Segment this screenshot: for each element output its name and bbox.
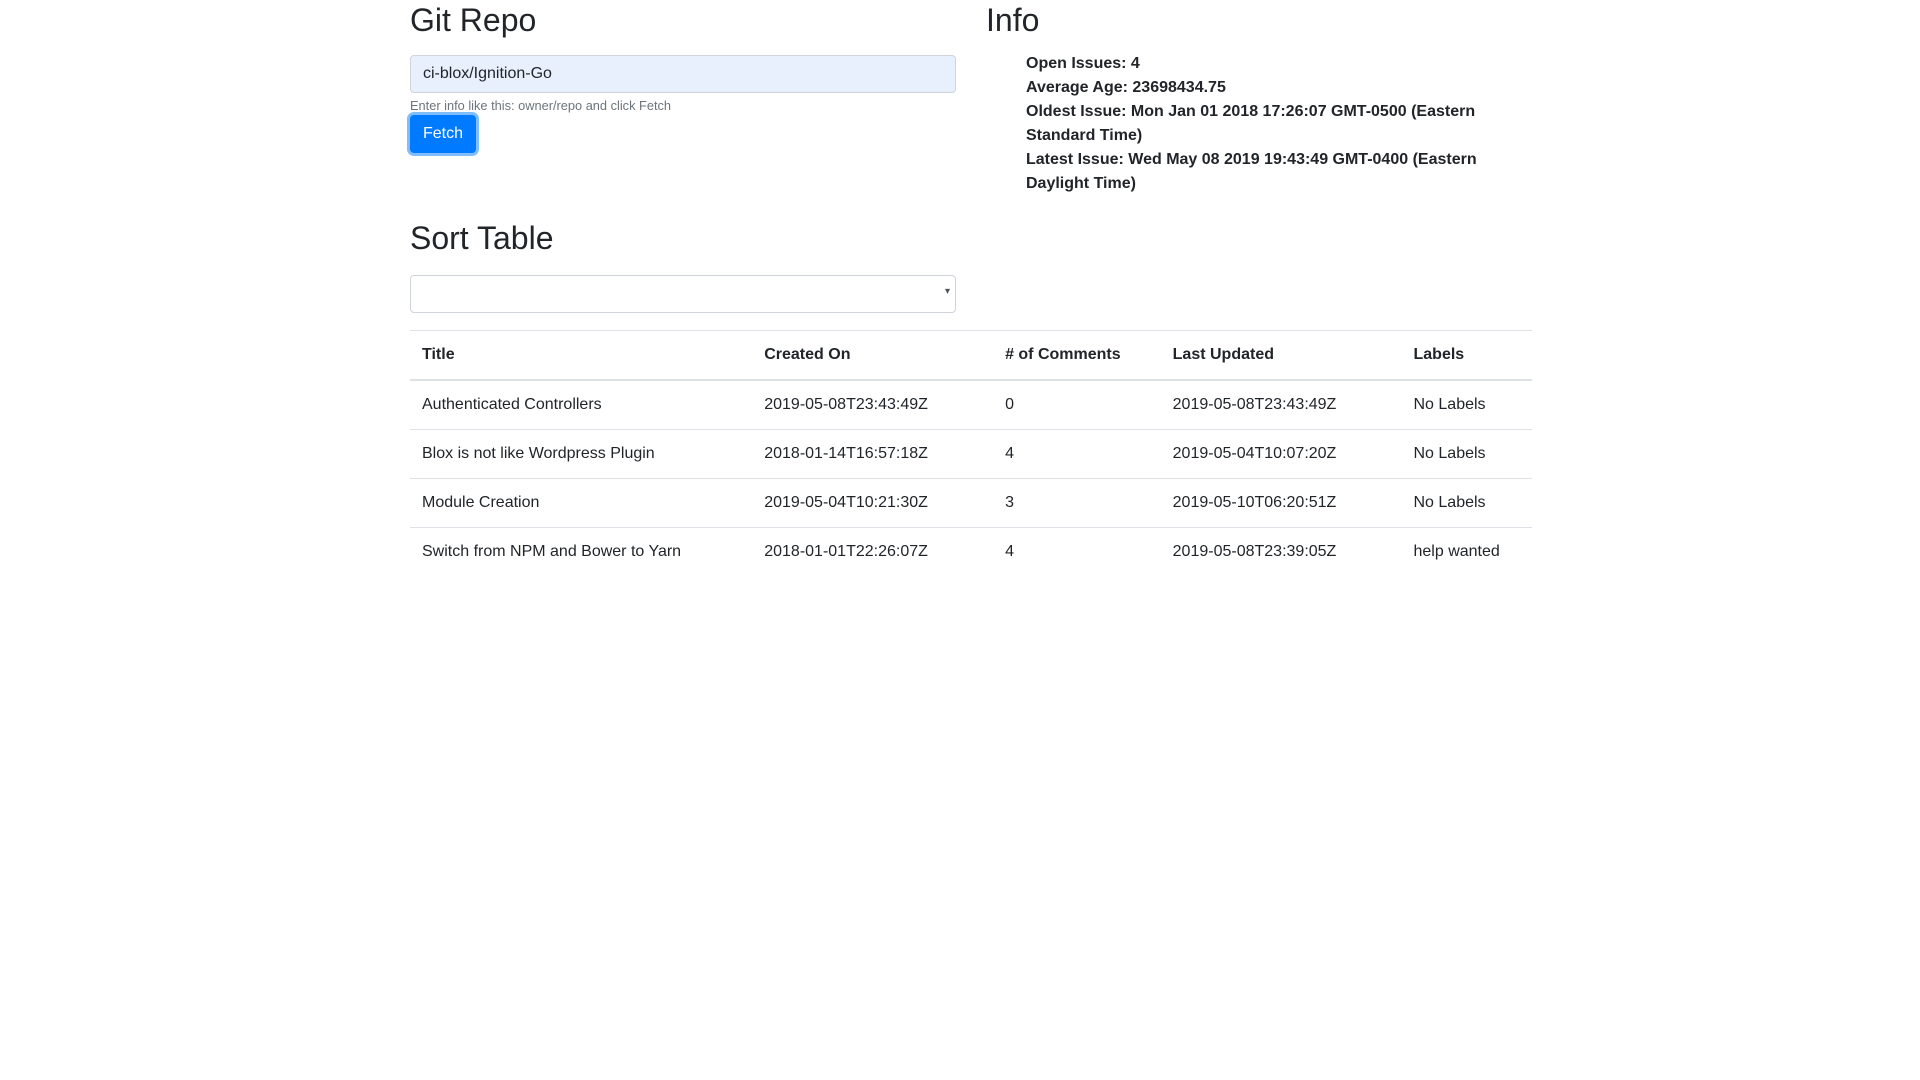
info-average-age: Average Age: 23698434.75 xyxy=(1026,79,1226,96)
cell-comments: 4 xyxy=(993,527,1161,576)
repo-help-text: Enter info like this: owner/repo and cli… xyxy=(410,98,672,113)
cell-title: Blox is not like Wordpress Plugin xyxy=(410,429,753,479)
repo-input[interactable] xyxy=(410,55,956,93)
info-oldest-issue: Oldest Issue: Mon Jan 01 2018 17:26:07 G… xyxy=(1026,103,1476,144)
sort-select[interactable]: ▾ xyxy=(410,275,956,313)
cell-title: Switch from NPM and Bower to Yarn xyxy=(410,527,753,576)
cell-last-updated: 2019-05-10T06:20:51Z xyxy=(1160,478,1402,528)
table-row: Authenticated Controllers 2019-05-08T23:… xyxy=(410,379,1532,430)
sort-table-heading: Sort Table xyxy=(410,220,554,256)
table-header-row: Title Created On # of Comments Last Upda… xyxy=(410,330,1532,381)
info-open-issues: Open Issues: 4 xyxy=(1026,55,1140,72)
info-list: Open Issues: 4 Average Age: 23698434.75 … xyxy=(986,52,1532,196)
info-latest-issue: Latest Issue: Wed May 08 2019 19:43:49 G… xyxy=(1026,151,1477,192)
cell-comments: 3 xyxy=(993,478,1161,528)
cell-comments: 0 xyxy=(993,379,1161,430)
header-comments[interactable]: # of Comments xyxy=(993,330,1161,381)
cell-last-updated: 2019-05-04T10:07:20Z xyxy=(1160,429,1402,479)
info-heading: Info xyxy=(986,2,1040,38)
cell-created-on: 2018-01-01T22:26:07Z xyxy=(752,527,994,576)
git-repo-section: Git Repo Enter info like this: owner/rep… xyxy=(410,0,956,196)
cell-title: Module Creation xyxy=(410,478,753,528)
header-last-updated[interactable]: Last Updated xyxy=(1160,330,1402,381)
cell-labels: No Labels xyxy=(1401,429,1532,479)
table-row: Switch from NPM and Bower to Yarn 2018-0… xyxy=(410,527,1532,576)
table-row: Module Creation 2019-05-04T10:21:30Z 3 2… xyxy=(410,478,1532,528)
cell-created-on: 2019-05-04T10:21:30Z xyxy=(752,478,994,528)
cell-title: Authenticated Controllers xyxy=(410,379,753,430)
chevron-down-icon: ▾ xyxy=(944,286,950,297)
cell-created-on: 2018-01-14T16:57:18Z xyxy=(752,429,994,479)
table-row: Blox is not like Wordpress Plugin 2018-0… xyxy=(410,429,1532,479)
cell-last-updated: 2019-05-08T23:39:05Z xyxy=(1160,527,1402,576)
header-created-on[interactable]: Created On xyxy=(752,330,994,381)
cell-labels: No Labels xyxy=(1401,478,1532,528)
cell-last-updated: 2019-05-08T23:43:49Z xyxy=(1160,379,1402,430)
header-labels[interactable]: Labels xyxy=(1401,330,1532,381)
info-section: Info Open Issues: 4 Average Age: 2369843… xyxy=(986,0,1532,196)
git-repo-heading: Git Repo xyxy=(410,2,537,38)
sort-row: Sort Table ▾ xyxy=(410,196,1532,313)
cell-labels: No Labels xyxy=(1401,379,1532,430)
cell-comments: 4 xyxy=(993,429,1161,479)
issues-table: Title Created On # of Comments Last Upda… xyxy=(410,330,1532,576)
header-title[interactable]: Title xyxy=(410,330,753,381)
fetch-button[interactable]: Fetch xyxy=(410,115,477,153)
top-row: Git Repo Enter info like this: owner/rep… xyxy=(410,0,1532,196)
page-container: Git Repo Enter info like this: owner/rep… xyxy=(410,0,1532,576)
cell-created-on: 2019-05-08T23:43:49Z xyxy=(752,379,994,430)
sort-section: Sort Table ▾ xyxy=(410,196,956,313)
cell-labels: help wanted xyxy=(1401,527,1532,576)
